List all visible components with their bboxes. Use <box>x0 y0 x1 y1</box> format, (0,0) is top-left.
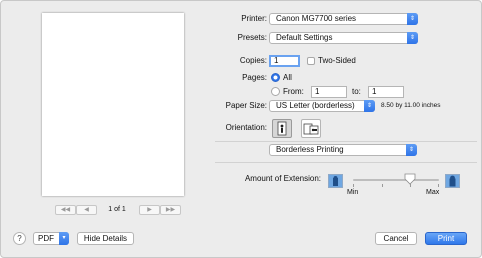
print-dialog: ◀◀ ◀ 1 of 1 ▶ ▶▶ Printer: Canon MG7700 s… <box>0 0 482 258</box>
print-button[interactable]: Print <box>425 232 467 245</box>
pdf-menu-label: PDF <box>38 234 54 243</box>
next-page-button[interactable]: ▶ <box>139 205 160 215</box>
presets-select-value: Default Settings <box>276 33 333 42</box>
extension-slider-knob[interactable] <box>404 173 416 185</box>
orientation-portrait-button[interactable] <box>272 119 292 138</box>
cancel-button[interactable]: Cancel <box>375 232 417 245</box>
orientation-landscape-button[interactable] <box>301 119 321 138</box>
copies-label: Copies: <box>239 56 267 65</box>
page-preview <box>42 13 184 196</box>
extension-max-label: Max <box>426 189 440 196</box>
slider-tick <box>353 184 354 187</box>
section-divider-top <box>215 141 477 142</box>
printer-select[interactable]: Canon MG7700 series ⇕ <box>269 13 418 25</box>
previous-page-button[interactable]: ◀ <box>76 205 97 215</box>
settings-section-value: Borderless Printing <box>276 145 344 154</box>
presets-label: Presets: <box>237 33 267 42</box>
chevron-updown-icon: ⇕ <box>364 100 375 112</box>
last-page-button[interactable]: ▶▶ <box>160 205 181 215</box>
pdf-menu-button[interactable]: PDF ▾ <box>33 232 69 245</box>
extension-label: Amount of Extension: <box>244 174 321 183</box>
paper-size-label: Paper Size: <box>225 101 267 110</box>
two-sided-label: Two-Sided <box>318 56 356 65</box>
two-sided-checkbox[interactable] <box>307 57 315 65</box>
chevron-updown-icon: ⇕ <box>407 13 418 25</box>
pages-to-label: to: <box>352 87 361 96</box>
paper-dimensions: 8.50 by 11.00 inches <box>381 102 441 109</box>
section-divider-bottom <box>215 162 477 163</box>
pages-from-label: From: <box>283 87 304 96</box>
pages-label: Pages: <box>242 73 267 82</box>
slider-tick <box>438 184 439 187</box>
portrait-icon <box>277 121 287 136</box>
pages-to-input[interactable]: 1 <box>368 86 404 98</box>
orientation-label: Orientation: <box>225 123 267 132</box>
extension-slider-track[interactable] <box>353 179 439 181</box>
first-page-button[interactable]: ◀◀ <box>55 205 76 215</box>
pages-range-radio[interactable] <box>271 87 280 96</box>
hide-details-button[interactable]: Hide Details <box>77 232 134 245</box>
chevron-updown-icon: ⇕ <box>407 32 418 44</box>
pages-from-input[interactable]: 1 <box>311 86 347 98</box>
settings-section-select[interactable]: Borderless Printing ⇕ <box>269 144 417 156</box>
pages-all-label: All <box>283 73 292 82</box>
extension-max-icon <box>445 174 460 188</box>
extension-min-label: Min <box>347 189 359 196</box>
chevron-down-icon: ▾ <box>59 232 69 245</box>
chevron-updown-icon: ⇕ <box>406 144 417 156</box>
landscape-icon <box>303 123 319 135</box>
printer-select-value: Canon MG7700 series <box>276 14 357 23</box>
slider-tick <box>382 184 383 187</box>
page-indicator: 1 of 1 <box>108 206 126 213</box>
pages-all-radio[interactable] <box>271 73 280 82</box>
presets-select[interactable]: Default Settings ⇕ <box>269 32 418 44</box>
extension-min-icon <box>328 174 343 188</box>
paper-size-select-value: US Letter (borderless) <box>276 101 355 110</box>
printer-label: Printer: <box>241 14 267 23</box>
help-button[interactable]: ? <box>13 232 26 245</box>
copies-input[interactable]: 1 <box>269 55 300 67</box>
paper-size-select[interactable]: US Letter (borderless) ⇕ <box>269 100 375 112</box>
preview-pager: ◀◀ ◀ 1 of 1 ▶ ▶▶ <box>1 205 215 215</box>
